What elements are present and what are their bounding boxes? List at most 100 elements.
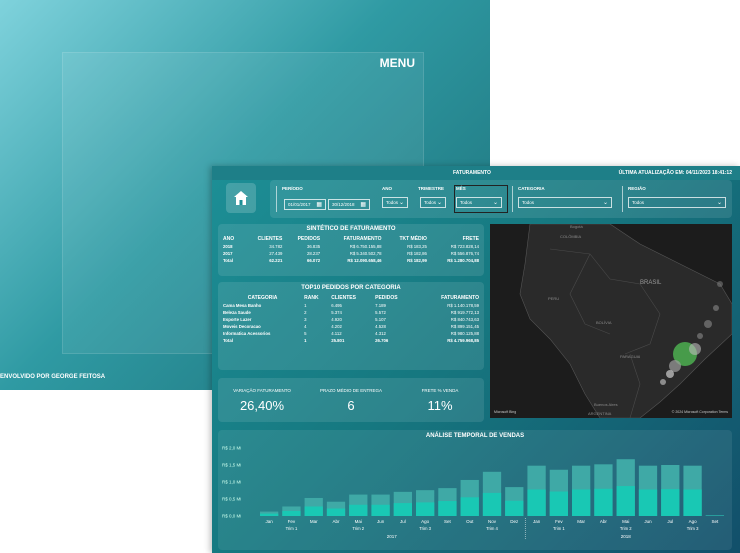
bar-value[interactable] <box>460 497 479 516</box>
filter-periodo-label: PERÍODO <box>282 186 303 191</box>
filter-regiao-label: REGIÃO <box>628 186 646 191</box>
x-tick-label: Fev <box>555 519 563 524</box>
cell: 5.572 <box>375 310 386 315</box>
date-start-value: 01/01/2017 <box>288 202 311 207</box>
map-label: PARAGUAI <box>620 354 641 359</box>
cell: Informatica Acessorios <box>223 331 271 336</box>
y-tick-label: R$ 0,5 Mi <box>222 497 241 502</box>
table-row[interactable]: Informatica Acessorios 5 4.112 4.312 R$ 980.… <box>222 330 480 337</box>
x-tick-label: Jun <box>377 519 385 524</box>
developer-credit: ENVOLVIDO POR GEORGE FEITOSA <box>0 374 106 380</box>
cell: 26.706 <box>375 338 389 343</box>
bar-chart[interactable]: R$ 0,0 Mi R$ 0,5 Mi R$ 1,0 Mi R$ 1,5 Mi R$ 2… <box>218 440 732 550</box>
bar-value[interactable] <box>326 508 346 516</box>
home-icon <box>234 191 248 205</box>
x-tick-label: Set <box>444 519 452 524</box>
year-label: 2018 <box>621 534 632 539</box>
year-label: 2017 <box>387 534 398 539</box>
bar-value[interactable] <box>549 491 568 516</box>
bar-value[interactable] <box>527 489 546 516</box>
divider <box>276 186 277 212</box>
sales-chart-panel: ANÁLISE TEMPORAL DE VENDAS R$ 0,0 Mi R$ 0… <box>218 430 732 550</box>
bar-value[interactable] <box>438 501 457 516</box>
cell: R$ 1.280.704,88 <box>447 258 479 263</box>
x-tick-label: Ago <box>421 519 430 524</box>
date-end-input[interactable]: 30/12/2018 ▦ <box>328 199 370 210</box>
trimester-label: Trim 2 <box>620 526 632 531</box>
x-tick-label: Nov <box>488 519 497 524</box>
ano-value: Todos <box>386 200 399 205</box>
menu-title: MENU <box>379 56 415 70</box>
table-row[interactable]: Esporte Lazer 3 4.920 5.107 R$ 840.743,63 <box>222 316 480 323</box>
bar-value[interactable] <box>260 513 279 516</box>
cell: Cama Mesa Banho <box>223 303 262 308</box>
table-row[interactable]: Moveis Decoracao 4 4.202 4.528 R$ 899.151,45 <box>222 323 480 330</box>
trimestre-value: Todos <box>424 200 437 205</box>
cell: Total <box>223 338 233 343</box>
col-header: ANO <box>223 236 235 242</box>
bar-value[interactable] <box>616 486 635 516</box>
filter-categoria-label: CATEGORIA <box>518 186 545 191</box>
kpi-value: 26,40% <box>239 398 285 413</box>
categoria-dropdown[interactable]: Todos ⌄ <box>518 197 612 208</box>
bar-value[interactable] <box>661 489 680 516</box>
regiao-value: Todos <box>632 200 645 205</box>
col-header: FATURAMENTO <box>441 295 479 301</box>
chart-title: ANÁLISE TEMPORAL DE VENDAS <box>425 433 525 439</box>
bar-value[interactable] <box>683 489 702 516</box>
bar-value[interactable] <box>594 488 613 516</box>
col-header: FATURAMENTO <box>343 236 382 242</box>
map-attribution[interactable]: © 2024 Microsoft Corporation Terms <box>672 410 728 414</box>
col-header: CATEGORIA <box>247 295 278 301</box>
x-tick-label: Mar <box>577 519 585 524</box>
map-label: COLÔMBIA <box>560 234 582 239</box>
bar-value[interactable] <box>482 492 502 516</box>
x-tick-label: Abr <box>332 519 340 524</box>
cell: 25.801 <box>331 338 345 343</box>
x-tick-label: Jan <box>266 519 274 524</box>
map-label: BOLÍVIA <box>596 320 612 325</box>
report-window: FATURAMENTO ÚLTIMA ATUALIZAÇÃO EM: 04/11… <box>212 166 740 553</box>
top10-table: CATEGORIA RANK CLIENTES PEDIDOS FATURAME… <box>222 294 480 344</box>
bar-value[interactable] <box>371 504 390 516</box>
regiao-dropdown[interactable]: Todos ⌄ <box>628 197 726 208</box>
home-button[interactable] <box>226 183 256 213</box>
cell: R$ 5.340.502,78 <box>349 251 382 256</box>
mes-dropdown[interactable]: Todos ⌄ <box>456 197 502 208</box>
cell: 34.782 <box>269 244 283 249</box>
filters-panel: PERÍODO 01/01/2017 ▦ 30/12/2018 ▦ ANO Todo… <box>270 180 732 218</box>
cell: 5 <box>304 331 307 336</box>
cell: Esporte Lazer <box>223 317 252 322</box>
bar-value[interactable] <box>572 489 591 516</box>
kpi-label: PRAZO MÉDIO DE ENTREGA <box>319 388 382 393</box>
bar-value[interactable] <box>282 510 301 516</box>
bar-value[interactable] <box>393 503 412 516</box>
ano-dropdown[interactable]: Todos ⌄ <box>382 197 408 208</box>
filter-mes-label: MÊS <box>456 186 466 191</box>
date-start-input[interactable]: 01/01/2017 ▦ <box>284 199 326 210</box>
trimester-label: Trim 3 <box>419 526 431 531</box>
x-tick-label: Mai <box>622 519 629 524</box>
bar-value[interactable] <box>349 504 368 516</box>
bar-value[interactable] <box>416 502 435 516</box>
bing-logo: Microsoft Bing <box>494 410 517 414</box>
cell: R$ 4.759.968,85 <box>447 338 479 343</box>
bar-value[interactable] <box>505 500 524 516</box>
x-tick-label: Jan <box>533 519 541 524</box>
bar-value[interactable] <box>304 506 323 516</box>
cell: 5.107 <box>375 317 386 322</box>
map-label: ARGENTINA <box>588 411 612 416</box>
table-row[interactable]: Beleza Saude 2 5.374 5.572 R$ 919.772,13 <box>222 309 480 316</box>
x-tick-label: Set <box>711 519 719 524</box>
x-tick-label: Fev <box>288 519 296 524</box>
bar-value[interactable] <box>638 489 658 516</box>
map-label: Bogotá <box>570 224 583 229</box>
map-visual[interactable]: Bogotá COLÔMBIA PERU BRASIL BOLÍVIA PARA… <box>490 224 732 418</box>
chevron-down-icon: ⌄ <box>436 200 442 206</box>
kpi-panel: VARIAÇÃO FATURAMENTO 26,40% PRAZO MÉDIO … <box>218 378 484 422</box>
trimestre-dropdown[interactable]: Todos ⌄ <box>420 197 446 208</box>
divider <box>512 186 513 212</box>
table-row[interactable]: Cama Mesa Banho 1 6.495 7.189 R$ 1.140.178,5… <box>222 302 480 309</box>
cell: 5.374 <box>331 310 342 315</box>
sintetico-table: ANO CLIENTES PEDIDOS FATURAMENTO TKT MÉD… <box>222 235 480 264</box>
